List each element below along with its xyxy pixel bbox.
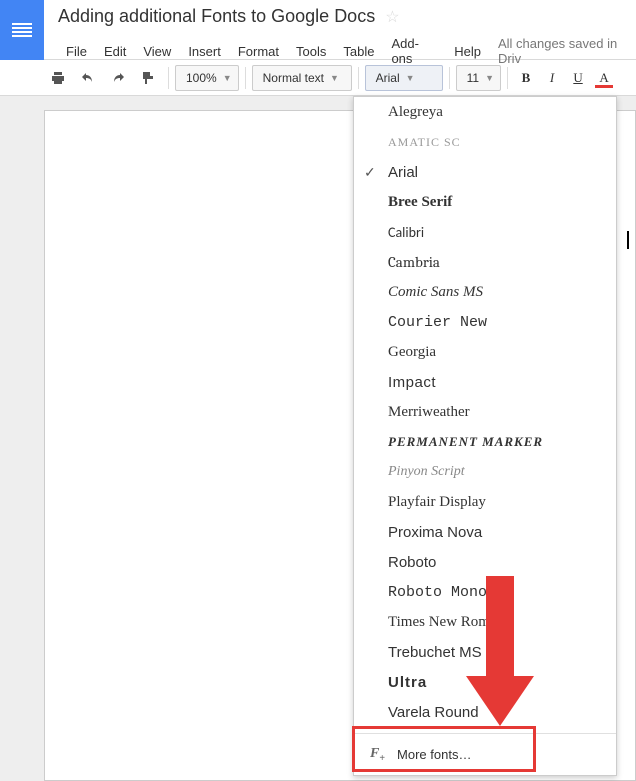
font-item-label: Times New Roman	[388, 614, 504, 631]
star-icon[interactable]: ☆	[385, 7, 399, 27]
caret-down-icon: ▼	[406, 73, 415, 83]
text-cursor	[627, 231, 629, 249]
font-item-trebuchet-ms[interactable]: Trebuchet MS	[354, 637, 616, 667]
font-item-ultra[interactable]: Ultra	[354, 667, 616, 697]
font-item-amatic-sc[interactable]: Amatic SC	[354, 127, 616, 157]
zoom-value: 100%	[186, 71, 217, 85]
title-row: Adding additional Fonts to Google Docs ☆	[58, 6, 636, 27]
more-fonts-item[interactable]: F+ More fonts…	[354, 733, 616, 775]
font-item-label: Merriweather	[388, 404, 470, 421]
size-value: 11	[467, 71, 479, 85]
font-item-label: Varela Round	[388, 704, 479, 721]
toolbar-separator	[358, 67, 359, 89]
more-fonts-icon: F+	[370, 746, 385, 764]
font-item-calibri[interactable]: Calibri	[354, 217, 616, 247]
font-item-label: Trebuchet MS	[388, 644, 482, 661]
more-fonts-label: More fonts…	[397, 747, 471, 762]
font-item-label: Playfair Display	[388, 494, 486, 511]
style-value: Normal text	[263, 71, 324, 85]
font-item-cambria[interactable]: Cambria	[354, 247, 616, 277]
menu-insert[interactable]: Insert	[180, 41, 229, 62]
font-item-verdana[interactable]: Verdana	[354, 727, 616, 733]
font-item-label: Alegreya	[388, 104, 443, 121]
menu-tools[interactable]: Tools	[288, 41, 334, 62]
underline-button[interactable]: U	[566, 65, 590, 91]
font-item-varela-round[interactable]: Varela Round	[354, 697, 616, 727]
docs-app-icon[interactable]	[0, 0, 44, 60]
font-item-roboto[interactable]: Roboto	[354, 547, 616, 577]
font-item-label: Roboto Mono	[388, 584, 487, 601]
font-item-label: Permanent Marker	[388, 434, 543, 450]
font-item-label: Proxima Nova	[388, 524, 482, 541]
font-value: Arial	[376, 71, 400, 85]
font-item-roboto-mono[interactable]: Roboto Mono	[354, 577, 616, 607]
hamburger-lines-icon	[12, 23, 32, 37]
font-item-label: Impact	[388, 374, 436, 391]
font-item-comic-sans-ms[interactable]: Comic Sans MS	[354, 277, 616, 307]
menu-view[interactable]: View	[135, 41, 179, 62]
caret-down-icon: ▼	[223, 73, 232, 83]
font-size-combo[interactable]: 11 ▼	[456, 65, 501, 91]
font-item-arial[interactable]: ✓ Arial	[354, 157, 616, 187]
menu-add-ons[interactable]: Add-ons	[383, 33, 445, 69]
font-item-proxima-nova[interactable]: Proxima Nova	[354, 517, 616, 547]
menu-bar: FileEditViewInsertFormatToolsTableAdd-on…	[58, 33, 636, 69]
checkmark-icon: ✓	[364, 164, 376, 181]
font-item-alegreya[interactable]: Alegreya	[354, 97, 616, 127]
font-item-label: Georgia	[388, 344, 436, 361]
document-title[interactable]: Adding additional Fonts to Google Docs	[58, 6, 375, 27]
paint-format-button[interactable]	[134, 65, 162, 91]
paragraph-style-combo[interactable]: Normal text ▼	[252, 65, 352, 91]
app-header: Adding additional Fonts to Google Docs ☆…	[0, 0, 636, 60]
toolbar-separator	[168, 67, 169, 89]
menu-edit[interactable]: Edit	[96, 41, 134, 62]
font-dropdown: Alegreya Amatic SC ✓ Arial Bree Serif Calibri…	[353, 96, 617, 776]
redo-button[interactable]	[104, 65, 132, 91]
font-item-courier-new[interactable]: Courier New	[354, 307, 616, 337]
font-list: Alegreya Amatic SC ✓ Arial Bree Serif Calibri…	[354, 97, 616, 733]
caret-down-icon: ▼	[485, 73, 494, 83]
menu-file[interactable]: File	[58, 41, 95, 62]
font-item-label: Bree Serif	[388, 194, 452, 211]
toolbar: 100% ▼ Normal text ▼ Arial ▼ 11 ▼ B I U A	[0, 60, 636, 96]
caret-down-icon: ▼	[330, 73, 339, 83]
font-item-times-new-roman[interactable]: Times New Roman	[354, 607, 616, 637]
font-item-label: Cambria	[388, 253, 440, 271]
font-item-label: Calibri	[388, 224, 424, 241]
menu-table[interactable]: Table	[335, 41, 382, 62]
italic-button[interactable]: I	[540, 65, 564, 91]
font-item-impact[interactable]: Impact	[354, 367, 616, 397]
font-item-label: Pinyon Script	[388, 464, 465, 480]
font-item-label: Arial	[388, 164, 418, 181]
font-item-label: Ultra	[388, 674, 427, 691]
font-item-label: Roboto	[388, 554, 436, 571]
font-item-bree-serif[interactable]: Bree Serif	[354, 187, 616, 217]
font-item-label: Comic Sans MS	[388, 284, 483, 301]
menu-format[interactable]: Format	[230, 41, 287, 62]
font-item-pinyon-script[interactable]: Pinyon Script	[354, 457, 616, 487]
toolbar-separator	[507, 67, 508, 89]
font-item-playfair-display[interactable]: Playfair Display	[354, 487, 616, 517]
font-item-georgia[interactable]: Georgia	[354, 337, 616, 367]
font-item-label: Amatic SC	[388, 135, 461, 150]
print-button[interactable]	[44, 65, 72, 91]
toolbar-separator	[449, 67, 450, 89]
toolbar-separator	[245, 67, 246, 89]
font-item-merriweather[interactable]: Merriweather	[354, 397, 616, 427]
font-item-permanent-marker[interactable]: Permanent Marker	[354, 427, 616, 457]
zoom-combo[interactable]: 100% ▼	[175, 65, 239, 91]
menu-help[interactable]: Help	[446, 41, 489, 62]
undo-button[interactable]	[74, 65, 102, 91]
font-family-combo[interactable]: Arial ▼	[365, 65, 443, 91]
header-main: Adding additional Fonts to Google Docs ☆…	[44, 0, 636, 69]
bold-button[interactable]: B	[514, 65, 538, 91]
save-status: All changes saved in Driv	[498, 36, 636, 66]
font-item-label: Courier New	[388, 314, 487, 331]
text-color-button[interactable]: A	[592, 65, 616, 91]
